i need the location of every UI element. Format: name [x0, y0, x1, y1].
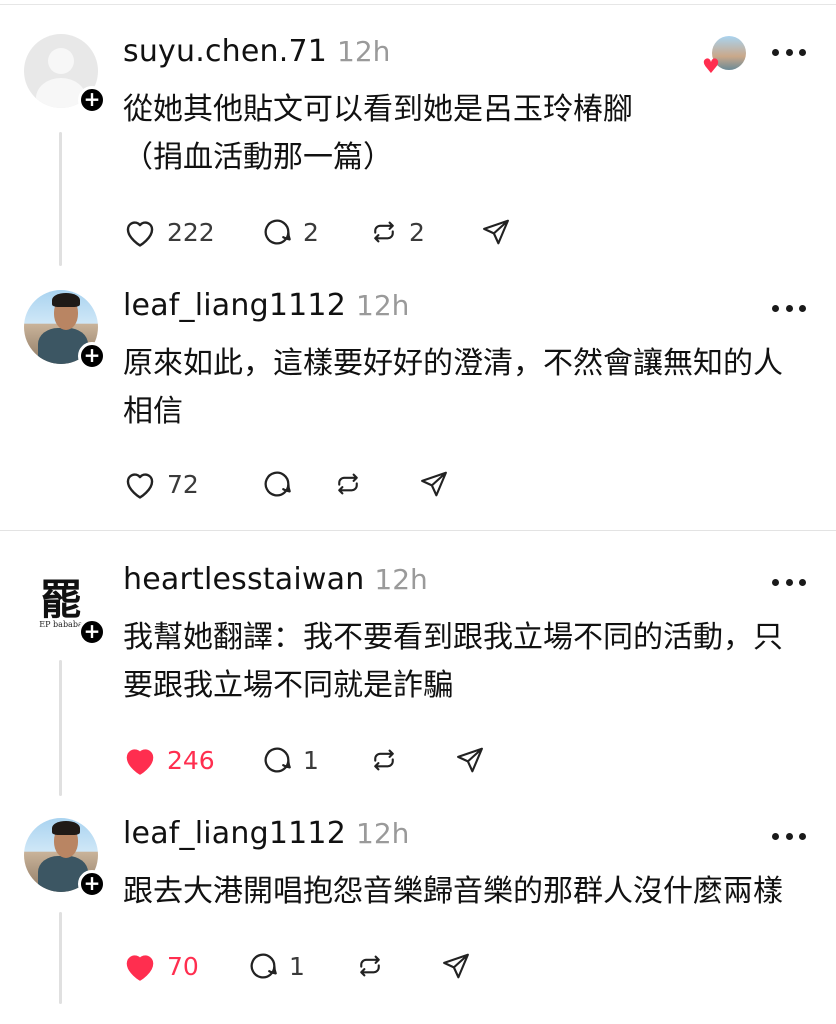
share-button[interactable]: [441, 951, 471, 981]
avatar-logo-subtext: EP bababa: [39, 619, 83, 629]
more-options-button[interactable]: [772, 572, 806, 592]
top-divider: [0, 4, 836, 5]
like-button[interactable]: 246: [123, 744, 261, 776]
repost-button[interactable]: 2: [369, 217, 481, 247]
thread-line: [59, 912, 62, 1004]
comment-icon: [250, 953, 277, 979]
like-button[interactable]: 70: [123, 950, 247, 982]
reply-count: 1: [289, 951, 305, 981]
post-header: heartlesstaiwan 12h: [123, 562, 428, 602]
send-icon: [483, 219, 509, 245]
thread-line: [59, 660, 62, 796]
send-icon: [457, 747, 483, 773]
post-text: 原來如此，這樣要好好的澄清，不然會讓無知的人 相信: [123, 340, 818, 436]
heart-icon: [126, 473, 154, 499]
share-button[interactable]: [419, 469, 449, 499]
username-link[interactable]: leaf_liang1112: [123, 816, 346, 851]
post-text: 我幫她翻譯：我不要看到跟我立場不同的活動，只 要跟我立場不同就是詐騙: [123, 614, 818, 710]
action-bar: 72: [123, 464, 449, 504]
follow-button[interactable]: +: [78, 618, 106, 646]
follow-button[interactable]: +: [78, 86, 106, 114]
avatar-button[interactable]: +: [24, 34, 106, 114]
thread-line: [59, 132, 62, 266]
follow-button[interactable]: +: [78, 870, 106, 898]
post-header: leaf_liang1112 12h: [123, 288, 409, 328]
reply-button[interactable]: 2: [261, 216, 369, 248]
post-text-line: 要跟我立場不同就是詐騙: [123, 668, 453, 703]
post-text-line: （捐血活動那一篇）: [123, 140, 393, 175]
avatar-button[interactable]: +: [24, 818, 106, 898]
like-button[interactable]: 222: [123, 216, 261, 248]
liker-avatar[interactable]: ♥: [702, 36, 746, 76]
more-options-button[interactable]: [772, 298, 806, 318]
avatar-button[interactable]: +: [24, 290, 106, 370]
more-options-button[interactable]: [772, 826, 806, 846]
action-bar: 246 1: [123, 740, 485, 780]
like-count: 70: [167, 951, 199, 981]
section-divider: [0, 530, 836, 531]
comment-icon: [264, 471, 291, 497]
like-count: 72: [167, 469, 199, 499]
action-bar: 70 1: [123, 946, 471, 986]
post-text-line: 從她其他貼文可以看到她是呂玉玲椿腳: [123, 92, 633, 127]
repost-icon: [338, 473, 358, 495]
repost-count: 2: [409, 217, 425, 247]
repost-icon: [374, 221, 394, 243]
post-text: 跟去大港開唱抱怨音樂歸音樂的那群人沒什麼兩樣: [123, 868, 818, 916]
repost-button[interactable]: [355, 951, 441, 981]
post-text: 從她其他貼文可以看到她是呂玉玲椿腳 （捐血活動那一篇）: [123, 86, 818, 182]
like-button[interactable]: 72: [123, 468, 261, 500]
post-text-line: 相信: [123, 394, 183, 429]
post-text-line: 跟去大港開唱抱怨音樂歸音樂的那群人沒什麼兩樣: [123, 874, 783, 909]
comment-icon: [264, 219, 291, 245]
timestamp: 12h: [374, 563, 428, 596]
like-count: 246: [167, 745, 215, 775]
post-text-line: 原來如此，這樣要好好的澄清，不然會讓無知的人: [123, 346, 783, 381]
send-icon: [443, 953, 469, 979]
username-link[interactable]: heartlesstaiwan: [123, 562, 364, 597]
post-text-line: 我幫她翻譯：我不要看到跟我立場不同的活動，只: [123, 620, 783, 655]
more-options-button[interactable]: [772, 42, 806, 62]
reply-button[interactable]: 1: [261, 744, 369, 776]
timestamp: 12h: [356, 817, 410, 850]
reply-button[interactable]: [261, 468, 333, 500]
post-header: leaf_liang1112 12h: [123, 816, 409, 856]
share-button[interactable]: [455, 745, 485, 775]
username-link[interactable]: suyu.chen.71: [123, 34, 327, 69]
timestamp: 12h: [337, 35, 391, 68]
heart-icon: ♥: [702, 54, 720, 78]
follow-button[interactable]: +: [78, 342, 106, 370]
repost-icon: [360, 955, 380, 977]
like-count: 222: [167, 217, 215, 247]
heart-icon: [126, 749, 154, 775]
username-link[interactable]: leaf_liang1112: [123, 288, 346, 323]
comment-icon: [264, 747, 291, 773]
avatar-logo-text: 罷: [39, 574, 82, 624]
send-icon: [421, 471, 447, 497]
repost-button[interactable]: [333, 469, 419, 499]
action-bar: 222 2 2: [123, 212, 511, 252]
post-header: suyu.chen.71 12h: [123, 34, 390, 74]
timestamp: 12h: [356, 289, 410, 322]
reply-count: 1: [303, 745, 319, 775]
reply-count: 2: [303, 217, 319, 247]
heart-icon: [126, 221, 154, 247]
repost-button[interactable]: [369, 745, 455, 775]
reply-button[interactable]: 1: [247, 950, 355, 982]
share-button[interactable]: [481, 217, 511, 247]
heart-icon: [126, 955, 154, 981]
repost-icon: [374, 749, 394, 771]
avatar-button[interactable]: 罷 EP bababa +: [24, 566, 106, 646]
